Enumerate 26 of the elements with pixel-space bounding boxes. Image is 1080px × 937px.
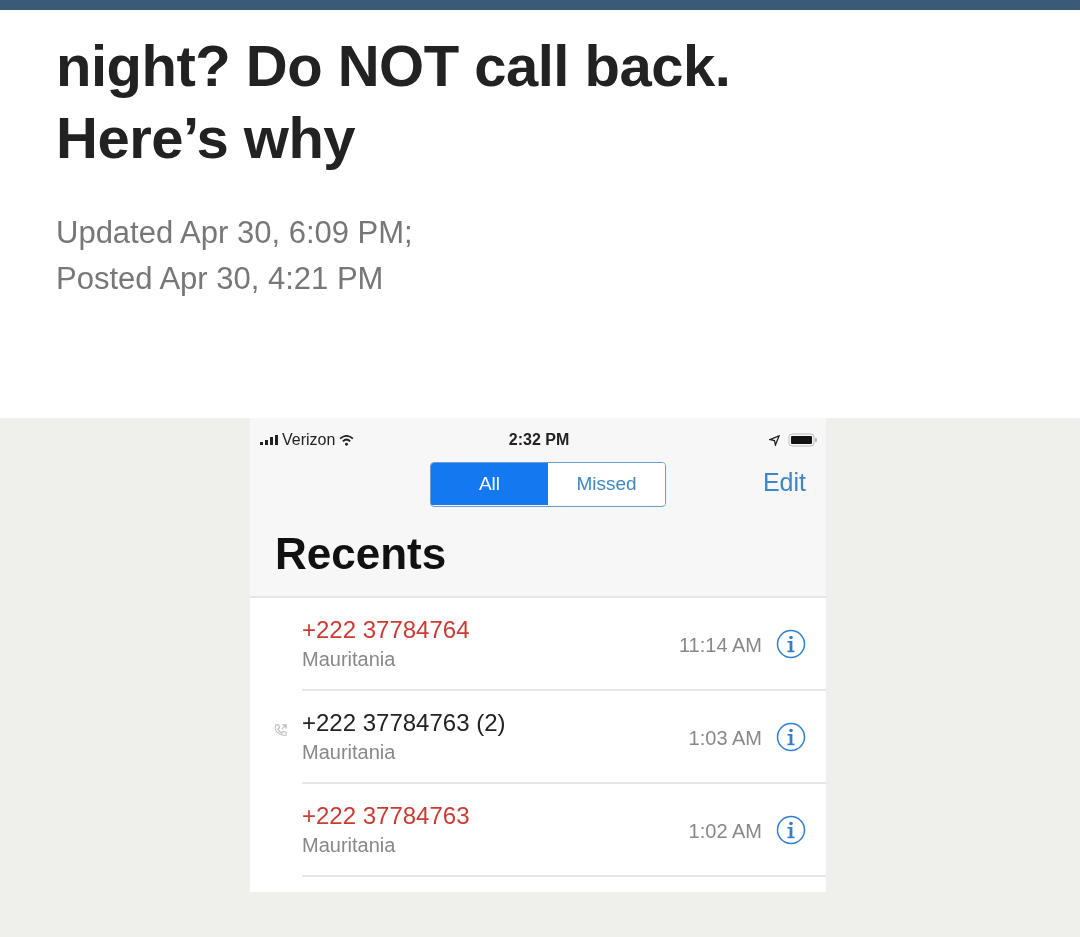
location-arrow-icon xyxy=(769,434,780,446)
headline: night? Do NOT call back. Here’s why xyxy=(56,32,732,172)
call-time: 1:03 AM xyxy=(688,727,762,750)
segment-tab[interactable]: Missed xyxy=(548,463,665,505)
carrier-name: Verizon xyxy=(282,431,336,449)
caller-number: +222 37784763 (2) xyxy=(302,709,507,737)
call-time: 11:14 AM xyxy=(678,634,762,657)
battery-icon xyxy=(788,433,818,447)
caller-number: +222 37784763 xyxy=(302,802,471,830)
posted-date: Posted Apr 30, 4:21 PM xyxy=(56,260,385,298)
updated-date: Updated Apr 30, 6:09 PM; xyxy=(56,214,414,252)
signal-icon xyxy=(260,435,278,445)
outgoing-call-icon xyxy=(272,723,288,738)
edit-button[interactable]: Edit xyxy=(762,468,806,497)
info-icon[interactable] xyxy=(776,721,806,752)
call-time: 1:02 AM xyxy=(688,820,762,843)
wifi-icon xyxy=(339,434,355,446)
recents-title: Recents xyxy=(274,528,448,579)
info-icon[interactable] xyxy=(776,814,806,845)
caller-number: +222 37784764 xyxy=(302,616,471,644)
status-time: 2:32 PM xyxy=(508,431,570,449)
segment-tab[interactable]: All xyxy=(431,463,548,505)
caller-location: Mauritania xyxy=(302,834,397,857)
caller-location: Mauritania xyxy=(302,648,397,671)
info-icon[interactable] xyxy=(776,628,806,659)
caller-location: Mauritania xyxy=(302,741,397,764)
